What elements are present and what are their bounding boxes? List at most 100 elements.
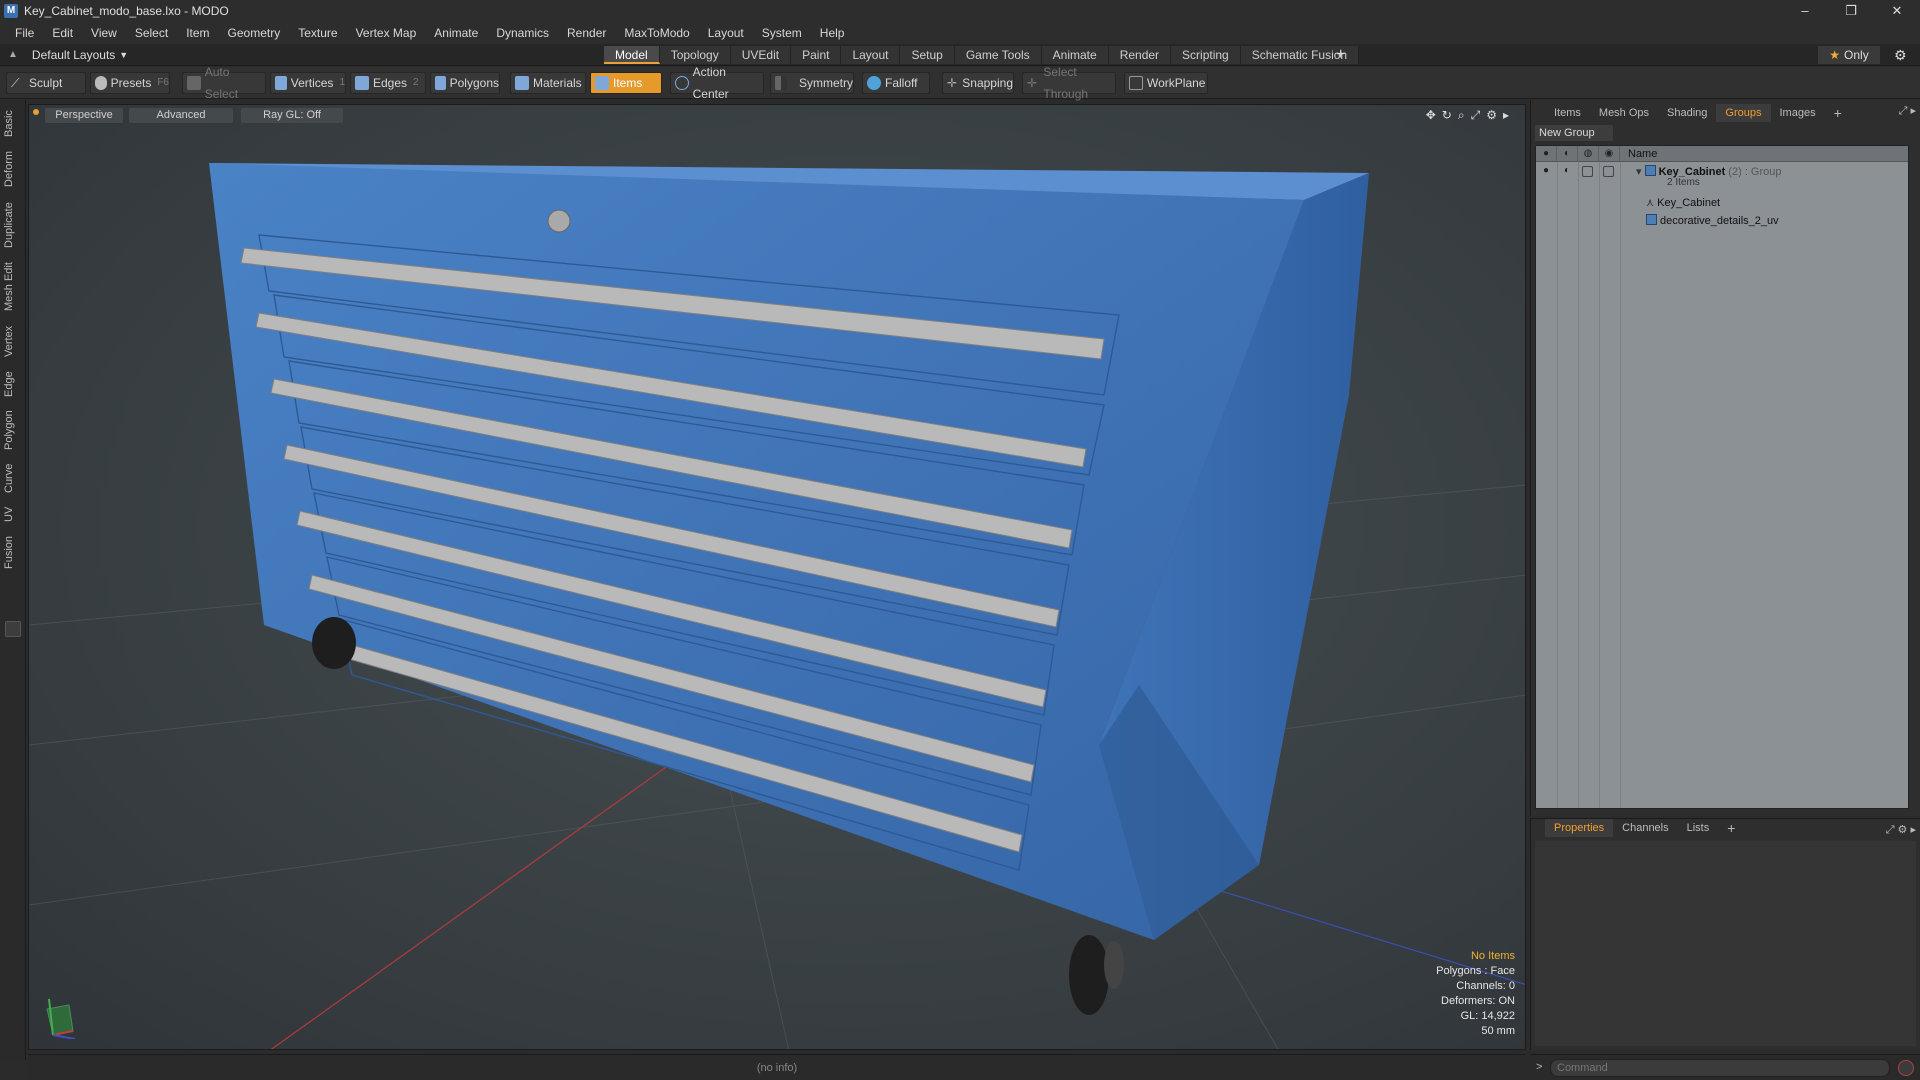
vtab-fusion[interactable]: Fusion [3, 530, 23, 574]
symmetry-button[interactable]: Symmetry [770, 72, 854, 94]
tab-mesh-ops[interactable]: Mesh Ops [1590, 104, 1658, 122]
gear-icon[interactable]: ⚙ [1894, 44, 1907, 66]
vtab-curve[interactable]: Curve [3, 458, 23, 498]
vtab-edge[interactable]: Edge [3, 366, 23, 402]
menu-maxtomodo[interactable]: MaxToModo [615, 22, 698, 44]
tab-scripting[interactable]: Scripting [1171, 46, 1241, 64]
command-bar: > [1530, 1054, 1920, 1080]
vtab-basic[interactable]: Basic [3, 106, 23, 142]
menu-help[interactable]: Help [811, 22, 854, 44]
panel-expand-icon[interactable]: ⤢ ▸ [1899, 104, 1916, 118]
add-prop-tab-button[interactable]: + [1718, 819, 1744, 837]
tab-lists[interactable]: Lists [1678, 819, 1719, 837]
action-center-button[interactable]: Action Center [670, 65, 764, 101]
viewport-menu-dot[interactable] [33, 109, 39, 115]
menu-animate[interactable]: Animate [425, 22, 487, 44]
menu-texture[interactable]: Texture [289, 22, 346, 44]
vertices-button[interactable]: Vertices 1 [270, 72, 346, 94]
tab-images[interactable]: Images [1771, 104, 1825, 122]
tab-layout[interactable]: Layout [841, 46, 901, 64]
menu-geometry[interactable]: Geometry [219, 22, 290, 44]
shading-dropdown[interactable]: Advanced [129, 108, 233, 123]
collapse-arrow-icon[interactable]: ▲ [8, 44, 18, 66]
tab-model[interactable]: Model [604, 46, 660, 64]
items-icon [595, 76, 609, 90]
tab-paint[interactable]: Paint [791, 46, 842, 64]
star-icon: ★ [1829, 48, 1841, 62]
edges-button[interactable]: Edges 2 [350, 72, 426, 94]
menu-render[interactable]: Render [558, 22, 615, 44]
auto-select-button[interactable]: Auto Select [182, 65, 266, 101]
snapping-button[interactable]: ✛ Snapping [942, 72, 1014, 94]
materials-button[interactable]: Materials [510, 72, 586, 94]
menu-edit[interactable]: Edit [43, 22, 82, 44]
menu-dynamics[interactable]: Dynamics [487, 22, 558, 44]
vtab-polygon[interactable]: Polygon [3, 406, 23, 454]
viewport-stats: No Items Polygons : Face Channels: 0 Def… [1436, 949, 1515, 1039]
menu-select[interactable]: Select [126, 22, 177, 44]
visibility-header-icon[interactable]: ● [1536, 145, 1557, 162]
select-header-icon[interactable]: ◉ [1599, 145, 1620, 162]
tab-game-tools[interactable]: Game Tools [954, 46, 1042, 64]
restore-button[interactable]: ❐ [1828, 0, 1874, 22]
render-header-icon[interactable]: ◐ [1557, 145, 1578, 162]
select-through-label: Select Through [1043, 65, 1089, 101]
viewport-header: Perspective Advanced Ray GL: Off ✥ ↻ ⌕ ⤢… [29, 105, 1525, 125]
vtab-deform[interactable]: Deform [3, 146, 23, 192]
prop-panel-expand-icon[interactable]: ⤢ ⚙ ▸ [1886, 823, 1916, 837]
vtab-duplicate[interactable]: Duplicate [3, 196, 23, 254]
command-input[interactable] [1550, 1059, 1890, 1077]
zoom-icon[interactable]: ⌕ [1458, 108, 1465, 123]
add-tab-button[interactable]: + [1336, 44, 1345, 66]
minimize-button[interactable]: – [1782, 0, 1828, 22]
add-panel-tab-button[interactable]: + [1825, 104, 1851, 122]
select-through-button[interactable]: ✛ Select Through [1022, 65, 1116, 101]
tab-shading[interactable]: Shading [1658, 104, 1716, 122]
items-button[interactable]: Items [590, 72, 662, 94]
only-toggle[interactable]: ★ Only [1818, 46, 1880, 64]
tab-groups[interactable]: Groups [1716, 104, 1771, 122]
tab-setup[interactable]: Setup [900, 46, 955, 64]
falloff-button[interactable]: Falloff [862, 72, 930, 94]
new-group-button[interactable]: New Group [1535, 125, 1613, 141]
tree-row-key-cabinet-mesh[interactable]: ⋏ Key_Cabinet [1536, 194, 1908, 212]
tab-channels[interactable]: Channels [1613, 819, 1677, 837]
polygons-button[interactable]: Polygons [430, 72, 500, 94]
menu-bar: File Edit View Select Item Geometry Text… [0, 22, 1920, 44]
menu-item[interactable]: Item [177, 22, 218, 44]
raygl-toggle[interactable]: Ray GL: Off [241, 108, 343, 123]
viewport-gear-icon[interactable]: ⚙ [1486, 108, 1497, 123]
sculpt-label: Sculpt [29, 76, 63, 90]
lock-header-icon[interactable]: ◍ [1578, 145, 1599, 162]
vtab-vertex[interactable]: Vertex [3, 320, 23, 362]
tab-items[interactable]: Items [1545, 104, 1590, 122]
title-bar: M Key_Cabinet_modo_base.lxo - MODO – ❐ ✕ [0, 0, 1920, 22]
rotate-icon[interactable]: ↻ [1442, 108, 1452, 123]
menu-layout[interactable]: Layout [699, 22, 753, 44]
workplane-button[interactable]: WorkPlane [1124, 72, 1208, 94]
fit-icon[interactable]: ⤢ [1471, 108, 1481, 123]
menu-vertex-map[interactable]: Vertex Map [347, 22, 426, 44]
sculpt-button[interactable]: ⟋ Sculpt [6, 72, 86, 94]
palette-toggle-button[interactable] [5, 621, 21, 637]
record-macro-button[interactable] [1898, 1060, 1914, 1076]
pan-icon[interactable]: ✥ [1426, 108, 1436, 123]
mesh-cube-icon [1646, 214, 1657, 225]
menu-system[interactable]: System [753, 22, 811, 44]
vtab-mesh-edit[interactable]: Mesh Edit [3, 258, 23, 316]
layout-dropdown[interactable]: ▲ Default Layouts ▼ [8, 44, 128, 66]
view-mode-dropdown[interactable]: Perspective [45, 108, 123, 123]
vtab-uv[interactable]: UV [3, 502, 23, 526]
presets-button[interactable]: Presets F6 [90, 72, 170, 94]
viewport-expand-icon[interactable]: ▸ [1503, 108, 1509, 123]
tab-properties[interactable]: Properties [1545, 819, 1614, 837]
stat-gl: GL: 14,922 [1460, 1010, 1515, 1022]
tree-row-decorative-details[interactable]: decorative_details_2_uv [1536, 212, 1908, 230]
menu-view[interactable]: View [82, 22, 126, 44]
3d-viewport[interactable]: Perspective Advanced Ray GL: Off ✥ ↻ ⌕ ⤢… [28, 104, 1526, 1050]
menu-file[interactable]: File [6, 22, 43, 44]
groups-panel: Items Mesh Ops Shading Groups Images + ⤢… [1530, 100, 1920, 816]
close-button[interactable]: ✕ [1874, 0, 1920, 22]
tab-render[interactable]: Render [1108, 46, 1172, 64]
materials-icon [515, 76, 529, 90]
